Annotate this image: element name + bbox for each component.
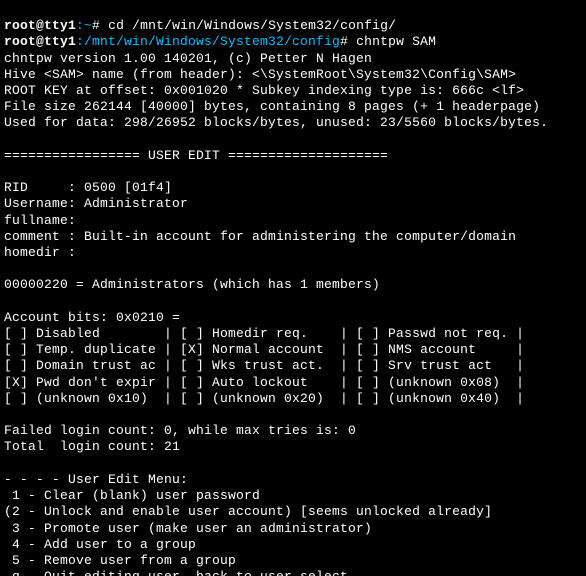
prompt-path: :/mnt/win/Windows/System32/config [76,34,340,49]
command-cd: cd /mnt/win/Windows/System32/config/ [108,18,396,33]
output-line: chntpw version 1.00 140201, (c) Petter N… [4,51,372,66]
output-header-user-edit: ================= USER EDIT ============… [4,148,388,163]
prompt-hash: # [340,34,348,49]
menu-option-1: 1 - Clear (blank) user password [4,488,260,503]
menu-option-4: 4 - Add user to a group [4,537,196,552]
menu-option-q: q - Quit editing user, back to user sele… [4,569,348,576]
output-bits-row: [ ] (unknown 0x10) | [ ] (unknown 0x20) … [4,391,524,406]
output-bits-row: [X] Pwd don't expir | [ ] Auto lockout |… [4,375,524,390]
output-rid: RID : 0500 [01f4] [4,180,172,195]
output-failed-login: Failed login count: 0, while max tries i… [4,423,356,438]
output-fullname: fullname: [4,213,76,228]
prompt-line-2: root@tty1:/mnt/win/Windows/System32/conf… [4,34,436,49]
output-bits-row: [ ] Disabled | [ ] Homedir req. | [ ] Pa… [4,326,524,341]
output-account-bits: Account bits: 0x0210 = [4,310,180,325]
menu-option-3: 3 - Promote user (make user an administr… [4,521,372,536]
output-line: Used for data: 298/26952 blocks/bytes, u… [4,115,548,130]
output-comment: comment : Built-in account for administe… [4,229,516,244]
output-homedir: homedir : [4,245,76,260]
prompt-user-host: root@tty1 [4,18,76,33]
output-bits-row: [ ] Domain trust ac | [ ] Wks trust act.… [4,358,524,373]
output-bits-row: [ ] Temp. duplicate | [X] Normal account… [4,342,524,357]
output-line: ROOT KEY at offset: 0x001020 * Subkey in… [4,83,524,98]
command-chntpw: chntpw SAM [356,34,436,49]
menu-option-2: (2 - Unlock and enable user account) [se… [4,504,492,519]
menu-header: - - - - User Edit Menu: [4,472,188,487]
menu-option-5: 5 - Remove user from a group [4,553,236,568]
output-line: Hive <SAM> name (from header): <\SystemR… [4,67,516,82]
output-username: Username: Administrator [4,196,188,211]
prompt-user-host: root@tty1 [4,34,76,49]
prompt-line-1: root@tty1:~# cd /mnt/win/Windows/System3… [4,18,396,33]
output-group: 00000220 = Administrators (which has 1 m… [4,277,380,292]
output-total-login: Total login count: 21 [4,439,180,454]
output-line: File size 262144 [40000] bytes, containi… [4,99,540,114]
prompt-hash: # [92,18,100,33]
terminal[interactable]: root@tty1:~# cd /mnt/win/Windows/System3… [0,0,586,576]
prompt-path: :~ [76,18,92,33]
